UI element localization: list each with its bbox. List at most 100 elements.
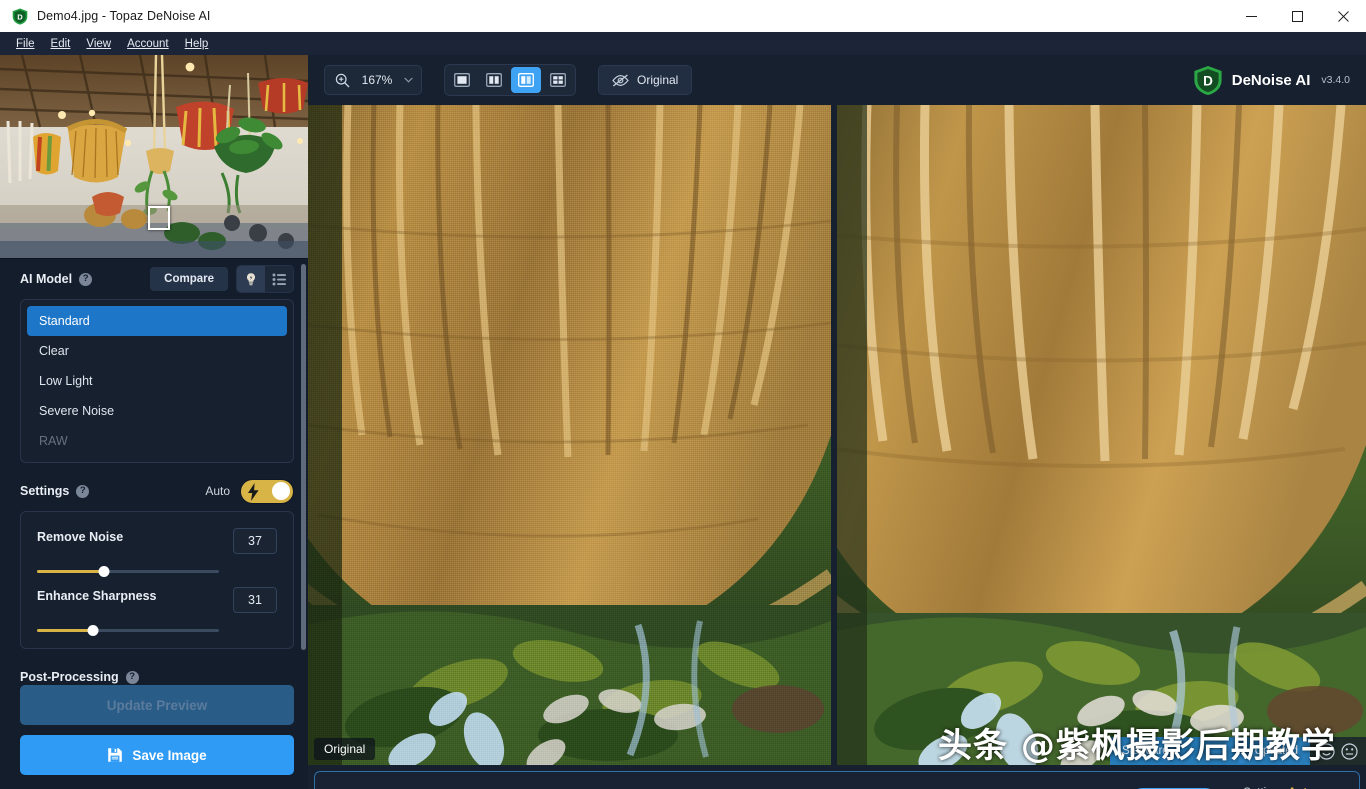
close-icon xyxy=(1337,10,1349,22)
processed-image xyxy=(837,105,1366,765)
menu-help[interactable]: Help xyxy=(177,35,217,53)
menu-account[interactable]: Account xyxy=(119,35,177,53)
model-item-low-light[interactable]: Low Light xyxy=(27,366,287,396)
slider-value-input[interactable]: 37 xyxy=(233,528,277,554)
help-icon[interactable]: ? xyxy=(79,272,93,286)
menu-edit-label: Edit xyxy=(50,37,71,50)
svg-text:D: D xyxy=(1203,73,1213,88)
brand-name: DeNoise AI xyxy=(1231,71,1311,89)
view-mode-grid-button[interactable] xyxy=(543,67,573,93)
view-mode-single-button[interactable] xyxy=(447,67,477,93)
toggle-knob xyxy=(272,482,290,500)
model-label: RAW xyxy=(39,434,68,448)
slider-enhance-sharpness: Enhance Sharpness 31 xyxy=(27,577,287,642)
zoom-level-value: 167% xyxy=(361,73,393,87)
menu-view-label: View xyxy=(86,37,112,50)
settings-sliders: Remove Noise 37 Enhance Sharpness 31 xyxy=(20,511,294,649)
navigator-thumbnail[interactable] xyxy=(0,55,308,258)
settings-title: Settings xyxy=(20,484,70,498)
slider-track[interactable] xyxy=(37,566,219,577)
model-item-severe-noise[interactable]: Severe Noise xyxy=(27,396,287,426)
ai-model-title: AI Model xyxy=(20,272,73,286)
minimize-button[interactable] xyxy=(1228,0,1274,32)
split-view-icon xyxy=(486,73,502,87)
lightbulb-icon xyxy=(247,273,255,286)
panel-scrollbar[interactable] xyxy=(301,264,306,650)
model-item-standard[interactable]: Standard xyxy=(27,306,287,336)
slider-value-input[interactable]: 31 xyxy=(233,587,277,613)
single-view-icon xyxy=(454,73,470,87)
model-label: Clear xyxy=(39,344,69,358)
left-panel: AI Model ? Compare Standard Clear Low Li… xyxy=(0,55,308,789)
slider-handle[interactable] xyxy=(98,566,110,577)
auto-toggle[interactable] xyxy=(240,478,294,504)
brand-block: D DeNoise AI v3.4.0 xyxy=(1193,65,1350,96)
maximize-button[interactable] xyxy=(1274,0,1320,32)
view-mode-group xyxy=(444,64,576,96)
eye-off-icon xyxy=(612,73,629,87)
help-icon[interactable]: ? xyxy=(125,670,139,684)
save-image-button[interactable]: Save Image xyxy=(20,735,294,775)
original-pane-label: Original xyxy=(314,738,376,760)
menu-account-label: Account xyxy=(127,37,169,50)
topaz-shield-icon: D xyxy=(12,8,28,25)
save-image-label: Save Image xyxy=(132,747,207,763)
close-button[interactable] xyxy=(1320,0,1366,32)
list-toggle-button[interactable] xyxy=(265,266,293,292)
menu-bar: File Edit View Account Help xyxy=(0,32,1366,55)
model-item-clear[interactable]: Clear xyxy=(27,336,287,366)
model-label: Low Light xyxy=(39,374,93,388)
help-icon[interactable]: ? xyxy=(76,484,90,498)
maximize-icon xyxy=(1291,10,1303,22)
view-mode-split-button[interactable] xyxy=(479,67,509,93)
floppy-disk-icon xyxy=(108,748,123,762)
post-processing-header[interactable]: Post-Processing ? xyxy=(0,657,308,685)
slider-track[interactable] xyxy=(37,625,219,636)
lightning-bolt-icon xyxy=(248,482,259,501)
view-mode-side-by-side-button[interactable] xyxy=(511,67,541,93)
original-preview-pane[interactable]: Original xyxy=(308,105,831,765)
menu-view[interactable]: View xyxy=(78,35,119,53)
settings-line: Settings:Auto xyxy=(1243,785,1343,789)
zoom-control[interactable]: 167% xyxy=(324,65,422,95)
slider-remove-noise: Remove Noise 37 xyxy=(27,518,287,577)
original-label: Original xyxy=(637,73,679,87)
denoise-shield-icon: D xyxy=(1194,65,1222,95)
model-view-toggle-group xyxy=(236,265,294,293)
original-toggle-button[interactable]: Original xyxy=(598,65,693,95)
neutral-face-icon[interactable] xyxy=(1341,742,1358,760)
zoom-in-icon xyxy=(335,73,350,87)
application-window: D Demo4.jpg - Topaz DeNoise AI File Edit… xyxy=(0,0,1366,789)
title-bar: D Demo4.jpg - Topaz DeNoise AI xyxy=(0,0,1366,32)
compare-button[interactable]: Compare xyxy=(150,267,228,291)
preview-toolbar: 167% Original D DeNoise AI v3.4.0 xyxy=(308,55,1366,105)
model-label: Standard xyxy=(39,314,90,328)
model-item-raw: RAW xyxy=(27,426,287,456)
minimize-icon xyxy=(1245,15,1257,17)
noise-overlay xyxy=(308,105,831,765)
brand-version: v3.4.0 xyxy=(1321,74,1350,86)
ai-model-list: Standard Clear Low Light Severe Noise RA… xyxy=(20,299,294,463)
chevron-down-icon[interactable] xyxy=(404,77,413,83)
menu-file-label: File xyxy=(16,37,35,50)
side-by-side-view-icon xyxy=(518,73,534,87)
grid-view-icon xyxy=(550,73,566,87)
update-preview-label: Update Preview xyxy=(106,697,208,713)
list-icon xyxy=(272,273,286,285)
image-comparison-panes: Original Standard Updated xyxy=(308,105,1366,765)
action-buttons: Update Preview Save Image xyxy=(0,685,308,789)
update-preview-button[interactable]: Update Preview xyxy=(20,685,294,725)
slider-handle[interactable] xyxy=(87,625,99,636)
auto-label: Auto xyxy=(205,484,230,498)
menu-file[interactable]: File xyxy=(8,35,43,53)
menu-edit[interactable]: Edit xyxy=(43,35,79,53)
lightbulb-toggle-button[interactable] xyxy=(237,266,265,292)
window-controls xyxy=(1228,0,1366,32)
settings-scroll-area: AI Model ? Compare Standard Clear Low Li… xyxy=(0,258,308,685)
processed-preview-pane[interactable]: Standard Updated xyxy=(837,105,1366,765)
viewport-rect[interactable] xyxy=(148,206,170,230)
slider-label: Remove Noise xyxy=(37,530,124,544)
main-area: 167% Original D DeNoise AI v3.4.0 Origin… xyxy=(308,55,1366,789)
menu-help-label: Help xyxy=(184,37,209,50)
model-label: Severe Noise xyxy=(39,404,115,418)
